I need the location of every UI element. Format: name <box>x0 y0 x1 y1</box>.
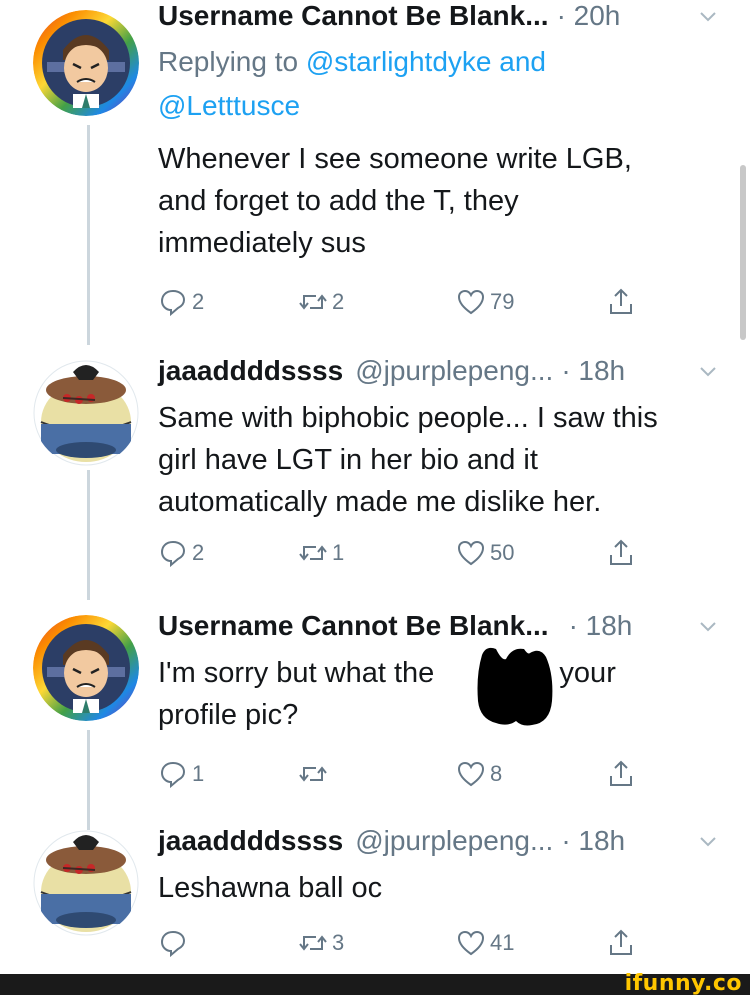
avatar[interactable] <box>33 360 139 466</box>
scrollbar[interactable] <box>740 165 746 340</box>
tweet-actions: 2 2 79 <box>158 282 638 322</box>
tweet-text: Same with biphobic people... I saw this … <box>158 402 658 518</box>
chevron-down-icon[interactable] <box>698 6 718 26</box>
reply-button[interactable]: 1 <box>158 754 204 794</box>
heart-icon <box>457 289 485 315</box>
reply-button[interactable]: 2 <box>158 533 204 573</box>
tweet[interactable]: Username Cannot Be Blank... · 20h Replyi… <box>158 0 718 317</box>
retweet-count: 2 <box>332 289 345 314</box>
retweet-icon <box>299 935 327 951</box>
heart-icon <box>457 540 485 566</box>
thread-line <box>87 730 90 830</box>
reply-icon <box>160 289 186 317</box>
reply-icon <box>160 540 186 568</box>
reply-button[interactable]: 2 <box>158 282 204 322</box>
timestamp[interactable]: · 18h <box>561 825 625 857</box>
timestamp[interactable]: · 20h <box>557 0 621 32</box>
share-button[interactable] <box>606 923 636 963</box>
reply-count: 2 <box>192 540 205 565</box>
share-button[interactable] <box>606 533 636 573</box>
share-icon <box>610 288 632 314</box>
user-handle[interactable]: @jpurplepeng... <box>355 825 553 857</box>
display-name[interactable]: jaaaddddssss <box>158 825 343 857</box>
timestamp[interactable]: · 18h <box>561 355 625 387</box>
tweet-actions: 1 8 <box>158 754 638 794</box>
retweet-count: 3 <box>332 930 345 955</box>
like-button[interactable]: 79 <box>456 282 514 322</box>
share-button[interactable] <box>606 282 636 322</box>
tweet-text: Leshawna ball oc <box>158 872 383 904</box>
like-count: 50 <box>490 540 515 565</box>
heart-icon <box>457 930 485 956</box>
share-button[interactable] <box>606 754 636 794</box>
like-button[interactable]: 8 <box>456 754 502 794</box>
reply-button[interactable] <box>158 923 192 963</box>
censor-blob <box>477 647 553 726</box>
ifunny-watermark: ifunny.co <box>624 971 742 996</box>
tweet[interactable]: Username Cannot Be Blank... · 18h I'm so… <box>158 610 718 789</box>
like-count: 41 <box>490 930 515 955</box>
tweet-actions: 3 41 <box>158 923 638 963</box>
replying-to-and[interactable]: and <box>491 46 546 77</box>
display-name[interactable]: Username Cannot Be Blank... <box>158 610 549 642</box>
mention-link[interactable]: @starlightdyke <box>306 46 492 77</box>
tweet[interactable]: jaaaddddssss @jpurplepeng... · 18h Same … <box>158 355 718 568</box>
retweet-icon <box>299 545 327 561</box>
retweet-button[interactable]: 1 <box>298 533 344 573</box>
retweet-icon <box>299 294 327 310</box>
avatar[interactable] <box>33 10 139 116</box>
reply-count: 1 <box>192 761 205 786</box>
retweet-button[interactable]: 3 <box>298 923 344 963</box>
share-icon <box>610 929 632 955</box>
tweet-text: Whenever I see someone write LGB, and fo… <box>158 143 632 259</box>
retweet-icon <box>299 766 327 782</box>
heart-icon <box>457 761 485 787</box>
reply-count: 2 <box>192 289 205 314</box>
display-name[interactable]: Username Cannot Be Blank... <box>158 0 549 32</box>
chevron-down-icon[interactable] <box>698 831 718 851</box>
like-button[interactable]: 41 <box>456 923 514 963</box>
display-name[interactable]: jaaaddddssss <box>158 355 343 387</box>
chevron-down-icon[interactable] <box>698 616 718 636</box>
retweet-count: 1 <box>332 540 345 565</box>
mention-link[interactable]: @Letttusce <box>158 90 300 121</box>
retweet-button[interactable]: 2 <box>298 282 344 322</box>
tweet-text: I'm sorry but what the is your profile p… <box>158 652 678 736</box>
like-count: 8 <box>490 761 503 786</box>
share-icon <box>610 539 632 565</box>
tweet-actions: 2 1 50 <box>158 533 638 573</box>
chevron-down-icon[interactable] <box>698 361 718 381</box>
thread-line <box>87 470 90 600</box>
avatar[interactable] <box>33 615 139 721</box>
avatar[interactable] <box>33 830 139 936</box>
share-icon <box>610 760 632 786</box>
replying-to: Replying to @starlightdyke and @Letttusc… <box>158 40 718 128</box>
retweet-button[interactable] <box>298 754 332 794</box>
like-button[interactable]: 50 <box>456 533 514 573</box>
tweet-text-part: I'm sorry but what the <box>158 657 443 689</box>
reply-icon <box>160 761 186 789</box>
reply-icon <box>160 930 186 958</box>
timestamp[interactable]: · 18h <box>569 610 633 642</box>
like-count: 79 <box>490 289 515 314</box>
replying-to-label: Replying to <box>158 46 306 77</box>
user-handle[interactable]: @jpurplepeng... <box>355 355 553 387</box>
thread-line <box>87 125 90 345</box>
tweet[interactable]: jaaaddddssss @jpurplepeng... · 18h Lesha… <box>158 825 718 958</box>
